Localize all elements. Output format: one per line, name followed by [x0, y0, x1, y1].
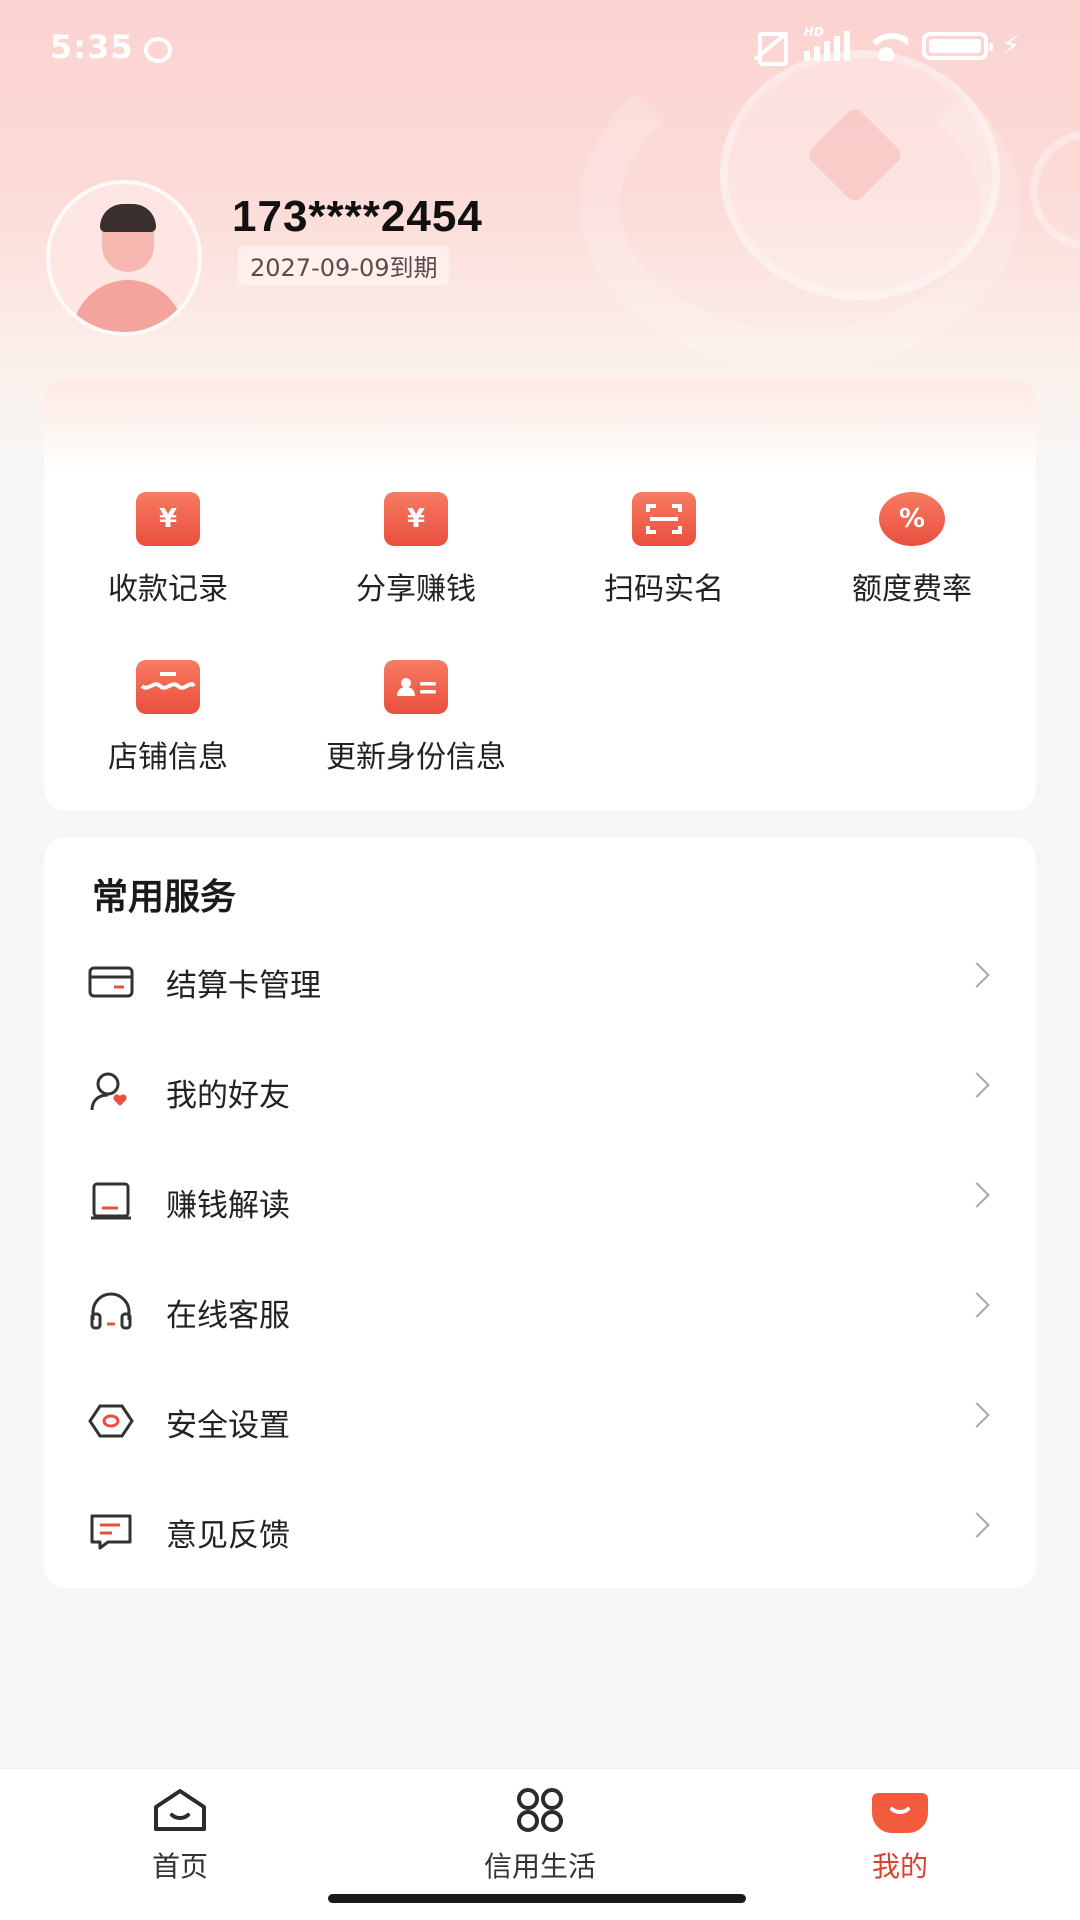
- menu-item-update-id[interactable]: 更新身份信息: [292, 660, 540, 776]
- card-icon: [88, 966, 134, 998]
- quick-menu-card: ¥ 收款记录 ¥ 分享赚钱 扫码实名 % 额度费率 店铺信息 更新身份信息: [44, 380, 1036, 810]
- service-item-label: 安全设置: [166, 1408, 290, 1444]
- status-bar: 5:35 HD ⚡: [0, 0, 1080, 100]
- service-item-label: 在线客服: [166, 1298, 290, 1334]
- service-item-label: 意见反馈: [166, 1518, 290, 1554]
- service-item-security-settings[interactable]: 安全设置: [44, 1366, 1036, 1476]
- service-item-label: 结算卡管理: [166, 968, 321, 1004]
- service-item-settlement-card[interactable]: 结算卡管理: [44, 926, 1036, 1036]
- home-indicator[interactable]: [328, 1894, 746, 1903]
- vibrate-off-icon: [750, 30, 790, 66]
- chevron-right-icon: [964, 1512, 990, 1538]
- shield-eye-icon: [88, 1404, 134, 1438]
- menu-item-store-info[interactable]: 店铺信息: [44, 660, 292, 776]
- hd-label: HD: [803, 25, 824, 39]
- menu-item-scan-verify[interactable]: 扫码实名: [540, 492, 788, 608]
- mine-icon: [872, 1793, 928, 1833]
- nav-home[interactable]: 首页: [80, 1785, 280, 1885]
- charging-icon: ⚡: [1001, 31, 1020, 61]
- chevron-right-icon: [964, 962, 990, 988]
- menu-item-label: 收款记录: [108, 572, 228, 607]
- menu-item-label: 分享赚钱: [356, 572, 476, 607]
- headset-icon: [90, 1292, 132, 1330]
- grid-icon: [517, 1788, 563, 1832]
- nav-mine[interactable]: 我的: [800, 1785, 1000, 1885]
- battery-icon: [921, 32, 993, 60]
- menu-item-limit-rate[interactable]: % 额度费率: [788, 492, 1036, 608]
- friend-icon: [90, 1072, 127, 1111]
- book-icon: [91, 1182, 131, 1220]
- menu-item-label: 扫码实名: [604, 572, 724, 607]
- service-item-label: 赚钱解读: [166, 1188, 290, 1224]
- status-time: 5:35: [50, 28, 134, 66]
- decorative-coin-small: [1030, 130, 1080, 250]
- common-services-card: 常用服务 结算卡管理 我的好友 赚钱解读 在线客服 安全设置 意见反馈: [44, 838, 1036, 1588]
- chevron-right-icon: [964, 1072, 990, 1098]
- payment-record-icon: ¥: [136, 492, 200, 546]
- share-earn-icon: ¥: [384, 492, 448, 546]
- nav-home-label: 首页: [151, 1850, 208, 1883]
- scan-icon: [632, 492, 696, 546]
- menu-item-label: 更新身份信息: [326, 740, 506, 775]
- wifi-icon: [863, 31, 908, 61]
- feedback-icon: [90, 1514, 132, 1550]
- user-phone: 173****2454: [232, 192, 483, 241]
- notification-app-icon: [144, 37, 172, 63]
- nav-credit-life-label: 信用生活: [483, 1850, 596, 1883]
- menu-item-label: 额度费率: [852, 572, 972, 607]
- nav-credit-life[interactable]: 信用生活: [440, 1785, 640, 1885]
- chevron-right-icon: [964, 1292, 990, 1318]
- store-icon: [136, 660, 200, 714]
- service-item-online-support[interactable]: 在线客服: [44, 1256, 1036, 1366]
- service-item-my-friends[interactable]: 我的好友: [44, 1036, 1036, 1146]
- id-card-icon: [384, 660, 448, 714]
- service-item-label: 我的好友: [166, 1078, 290, 1114]
- home-icon: [154, 1789, 206, 1831]
- service-item-earning-guide[interactable]: 赚钱解读: [44, 1146, 1036, 1256]
- service-item-feedback[interactable]: 意见反馈: [44, 1476, 1036, 1586]
- avatar[interactable]: [46, 180, 202, 336]
- expiry-badge: 2027-09-09到期: [238, 246, 450, 285]
- signal-icon: HD: [803, 25, 850, 61]
- menu-item-label: 店铺信息: [108, 740, 228, 775]
- chevron-right-icon: [964, 1182, 990, 1208]
- nav-mine-label: 我的: [871, 1850, 928, 1883]
- services-title: 常用服务: [92, 877, 237, 918]
- menu-item-payment-record[interactable]: ¥ 收款记录: [44, 492, 292, 608]
- status-icons: HD ⚡: [750, 25, 1020, 66]
- percent-icon: %: [879, 492, 945, 546]
- menu-item-share-earn[interactable]: ¥ 分享赚钱: [292, 492, 540, 608]
- chevron-right-icon: [964, 1402, 990, 1428]
